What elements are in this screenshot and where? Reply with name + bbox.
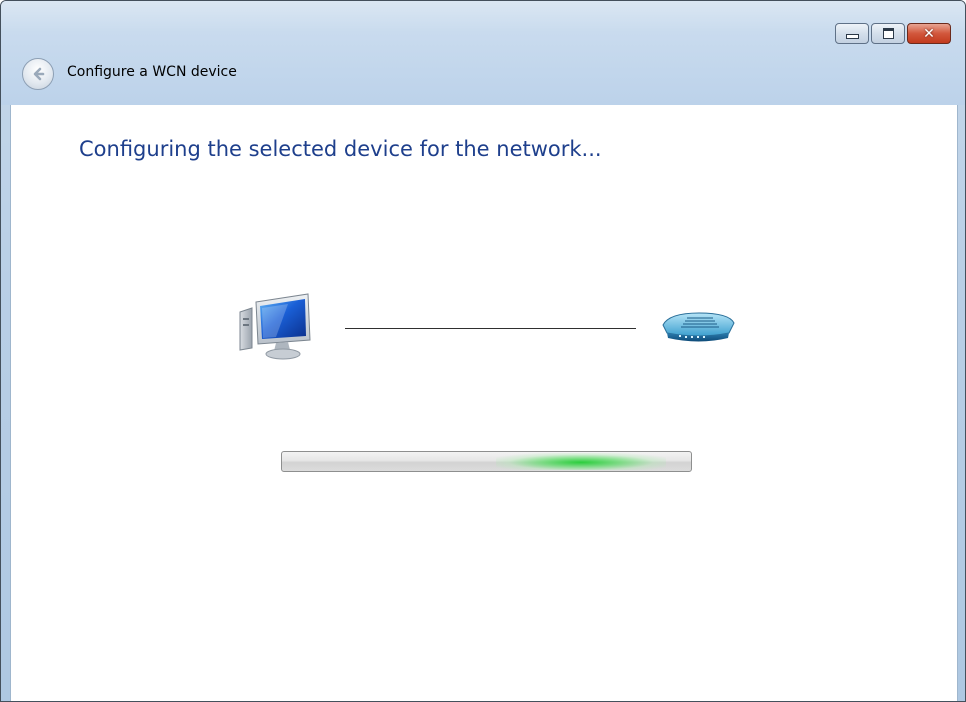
title-bar: ✕ Configure a WCN device: [1, 1, 965, 105]
minimize-icon: [845, 34, 859, 39]
router-icon: [662, 312, 735, 342]
close-icon: ✕: [923, 25, 935, 42]
computer-icon: [239, 293, 311, 360]
caption-buttons: ✕: [835, 23, 951, 44]
maximize-icon: [882, 28, 894, 39]
progress-marquee-glow: [495, 453, 666, 470]
connection-line: [345, 328, 636, 329]
wizard-content: Configuring the selected device for the …: [10, 105, 958, 701]
progress-bar: [281, 451, 692, 472]
minimize-button[interactable]: [835, 23, 869, 44]
back-arrow-icon: [33, 67, 45, 81]
wizard-window: ✕ Configure a WCN device Configuring the…: [0, 0, 966, 702]
close-button[interactable]: ✕: [907, 23, 951, 44]
back-button[interactable]: [22, 58, 54, 90]
maximize-button[interactable]: [871, 23, 905, 44]
window-title: Configure a WCN device: [67, 64, 237, 80]
page-heading: Configuring the selected device for the …: [79, 137, 602, 161]
